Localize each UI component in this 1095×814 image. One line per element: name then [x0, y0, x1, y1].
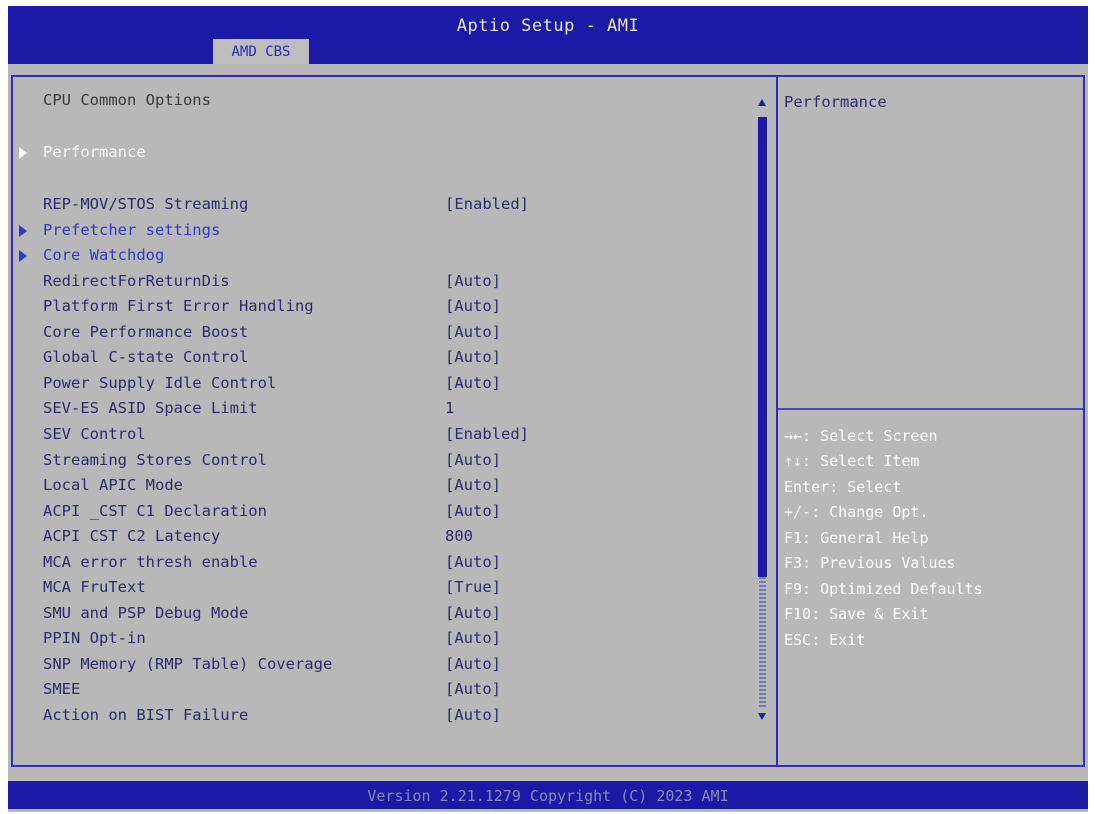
key-hint-exit: ESC: Exit — [784, 631, 866, 649]
key-hint-previous-values: F3: Previous Values — [784, 554, 956, 572]
menu-item-label: Performance — [43, 143, 146, 161]
submenu-arrow-icon — [19, 225, 27, 237]
section-title: CPU Common Options — [43, 91, 211, 109]
setting-value[interactable]: [Auto] — [445, 451, 501, 469]
key-hint-save-exit: F10: Save & Exit — [784, 605, 929, 623]
setting-value[interactable]: [Enabled] — [445, 195, 529, 213]
submenu-arrow-icon — [19, 147, 27, 159]
scrollbar-thumb[interactable] — [758, 117, 767, 577]
setting-label: SMU and PSP Debug Mode — [43, 604, 249, 622]
setting-value[interactable]: [Auto] — [445, 476, 501, 494]
key-hint-change-opt: +/-: Change Opt. — [784, 503, 929, 521]
help-text: Performance — [784, 93, 887, 111]
setting-value[interactable]: [Auto] — [445, 680, 501, 698]
setting-value[interactable]: 800 — [445, 527, 473, 545]
main-panel: CPU Common Options Performance REP-MOV/S… — [13, 77, 778, 765]
setting-label: SEV Control — [43, 425, 146, 443]
scroll-down-arrow-icon[interactable] — [758, 713, 766, 720]
app-title: Aptio Setup - AMI — [456, 16, 640, 36]
setting-value[interactable]: [Auto] — [445, 323, 501, 341]
menu-item-label: Core Watchdog — [43, 246, 165, 264]
setting-label: SEV-ES ASID Space Limit — [43, 399, 258, 417]
setting-value[interactable]: [Auto] — [445, 297, 501, 315]
submenu-arrow-icon — [19, 250, 27, 262]
key-hint-optimized-defaults: F9: Optimized Defaults — [784, 580, 983, 598]
setting-value[interactable]: [Auto] — [445, 553, 501, 571]
setting-value[interactable]: [Auto] — [445, 655, 501, 673]
setting-label: MCA FruText — [43, 578, 146, 596]
key-hint-select-item: ↑↓: Select Item — [784, 452, 920, 470]
setting-label: MCA error thresh enable — [43, 553, 258, 571]
bios-screen: Aptio Setup - AMI AMD CBS CPU Common Opt… — [8, 6, 1088, 812]
setting-label: Power Supply Idle Control — [43, 374, 277, 392]
setting-value[interactable]: [Auto] — [445, 629, 501, 647]
help-panel: Performance →←: Select Screen ↑↓: Select… — [778, 77, 1083, 765]
setting-value[interactable]: [Auto] — [445, 706, 501, 724]
setting-label: Core Performance Boost — [43, 323, 249, 341]
scroll-up-arrow-icon[interactable] — [758, 99, 766, 106]
setting-value[interactable]: [Enabled] — [445, 425, 529, 443]
setting-label: Global C-state Control — [43, 348, 249, 366]
setting-value[interactable]: 1 — [445, 399, 454, 417]
setting-label: PPIN Opt-in — [43, 629, 146, 647]
setting-label: ACPI CST C2 Latency — [43, 527, 221, 545]
scrollbar-track[interactable] — [759, 577, 766, 707]
footer-bar: Version 2.21.1279 Copyright (C) 2023 AMI — [8, 781, 1088, 809]
version-text: Version 2.21.1279 Copyright (C) 2023 AMI — [367, 787, 729, 805]
menu-item-label: Prefetcher settings — [43, 221, 221, 239]
setting-label: Action on BIST Failure — [43, 706, 249, 724]
setting-value[interactable]: [Auto] — [445, 272, 501, 290]
setting-value[interactable]: [Auto] — [445, 374, 501, 392]
setting-label: ACPI _CST C1 Declaration — [43, 502, 267, 520]
key-hint-enter: Enter: Select — [784, 478, 902, 496]
setting-label: RedirectForReturnDis — [43, 272, 230, 290]
tab-amd-cbs[interactable]: AMD CBS — [213, 39, 309, 64]
key-hint-general-help: F1: General Help — [784, 529, 929, 547]
title-bar: Aptio Setup - AMI AMD CBS — [8, 6, 1088, 64]
key-hint-select-screen: →←: Select Screen — [784, 427, 938, 445]
setting-value[interactable]: [Auto] — [445, 604, 501, 622]
setting-value[interactable]: [Auto] — [445, 502, 501, 520]
setting-label: SMEE — [43, 680, 81, 698]
setting-label: Local APIC Mode — [43, 476, 183, 494]
content-frame: CPU Common Options Performance REP-MOV/S… — [11, 75, 1085, 767]
setting-label: SNP Memory (RMP Table) Coverage — [43, 655, 333, 673]
setting-value[interactable]: [Auto] — [445, 348, 501, 366]
help-divider — [778, 408, 1083, 410]
setting-value[interactable]: [True] — [445, 578, 501, 596]
setting-label: Streaming Stores Control — [43, 451, 267, 469]
setting-label: REP-MOV/STOS Streaming — [43, 195, 249, 213]
setting-label: Platform First Error Handling — [43, 297, 314, 315]
